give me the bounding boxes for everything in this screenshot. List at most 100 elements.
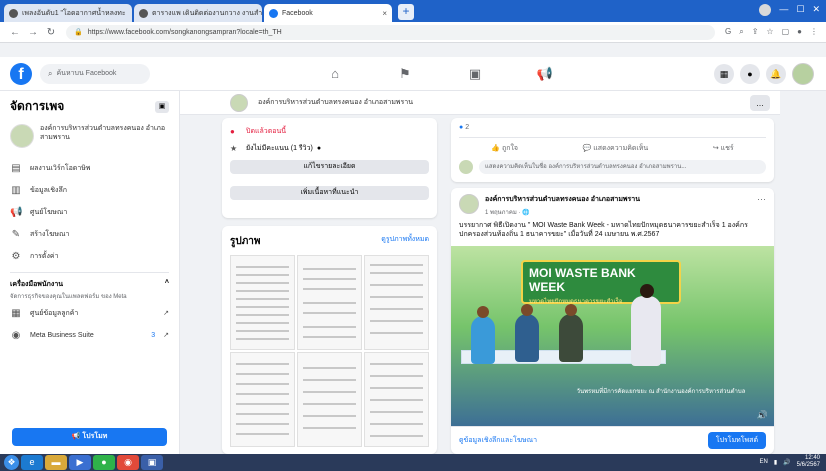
folder-icon[interactable]: ▬ xyxy=(45,455,67,470)
zoom-icon[interactable]: ⌕ xyxy=(739,27,743,37)
network-icon[interactable]: ▮ xyxy=(774,459,777,466)
main-nav: ⌂ ⚑ ▣ 📢 xyxy=(300,57,580,91)
sidebar-item-label: Meta Business Suite xyxy=(30,331,94,339)
promote-button[interactable]: 📢 โปรโมท xyxy=(12,428,167,446)
new-tab-button[interactable]: + xyxy=(398,4,414,20)
page-header-name[interactable]: องค์การบริหารส่วนตำบลทรงคนอง อำเภอสามพรา… xyxy=(258,97,413,108)
close-icon[interactable]: × xyxy=(376,9,387,18)
post-footer: ดูข้อมูลเชิงลึกและโฆษณา โปรโมทโพสต์ xyxy=(451,426,774,454)
open-status[interactable]: ปิดแล้วตอนนี้ xyxy=(246,126,286,137)
browser-tab[interactable]: ตารางแพ เดินติดต่องานกวาง งานสำนักงาน × xyxy=(134,4,262,22)
see-all-photos-link[interactable]: ดูรูปภาพทั้งหมด xyxy=(381,234,429,249)
insights-link[interactable]: ดูข้อมูลเชิงลึกและโฆษณา xyxy=(459,435,537,446)
add-featured-button[interactable]: เพิ่มเนื้อหาที่แนะนำ xyxy=(230,186,429,200)
photo-thumbnail[interactable] xyxy=(364,255,429,350)
browser-toolbar-icons: G ⌕ ⇪ ☆ ▢ ● ⋮ xyxy=(725,27,818,37)
maximize-icon[interactable]: ☐ xyxy=(796,4,804,16)
volume-icon[interactable]: 🔊 xyxy=(757,410,768,421)
comment-button[interactable]: 💬 แสดงความคิดเห็น xyxy=(583,143,649,154)
flag-icon[interactable]: ⚑ xyxy=(370,57,440,91)
page-avatar[interactable] xyxy=(230,93,248,112)
facebook-logo[interactable]: f xyxy=(10,62,32,85)
more-options-button[interactable]: ... xyxy=(750,95,770,111)
post-time-text: 1 พฤษภาคม xyxy=(485,210,517,216)
photos-card: รูปภาพ ดูรูปภาพทั้งหมด xyxy=(222,226,437,454)
photo-thumbnail[interactable] xyxy=(297,255,362,350)
sidebar-item-customer-data[interactable]: ▦ ศูนย์ข้อมูลลูกค้า ↗ xyxy=(10,303,169,323)
photo-thumbnail[interactable] xyxy=(364,352,429,447)
star-icon[interactable]: ☆ xyxy=(766,27,773,37)
app-icon[interactable]: ▣ xyxy=(141,455,163,470)
browser-tab[interactable]: เพลงอันดับ1 "โอดอากาศน้ำหลงทะ × xyxy=(4,4,132,22)
reload-icon[interactable]: ↻ xyxy=(44,27,58,38)
language-indicator[interactable]: EN xyxy=(760,459,768,465)
ie-icon[interactable]: e xyxy=(21,455,43,470)
sidebar-item-settings[interactable]: ⚙ การตั้งค่า xyxy=(10,246,169,266)
sidepanel-icon[interactable]: ▢ xyxy=(782,27,790,37)
home-icon[interactable]: ⌂ xyxy=(300,57,370,91)
intro-card: ● ปิดแล้วตอนนี้ ★ ยังไม่มีคะแนน (1 รีวิว… xyxy=(222,118,437,218)
back-icon[interactable]: ← xyxy=(8,27,22,38)
megaphone-icon[interactable]: 📢 xyxy=(510,57,580,91)
comment-input[interactable]: แสดงความคิดเห็นในชื่อ องค์การบริหารส่วนต… xyxy=(479,160,766,174)
sidebar-item-dashboard[interactable]: ▤ ผลงานเวิร์กโอดาษิพ xyxy=(10,158,169,178)
page-avatar xyxy=(10,124,34,148)
search-input[interactable]: ⌕ ค้นหาบน Facebook xyxy=(40,63,150,84)
page-avatar[interactable] xyxy=(459,194,479,214)
share-icon: ↪ xyxy=(712,145,721,152)
media-icon[interactable]: ▶ xyxy=(69,455,91,470)
photo-thumbnail[interactable] xyxy=(297,352,362,447)
post-time[interactable]: 1 พฤษภาคม · 🌐 xyxy=(485,207,640,217)
post-image[interactable]: MOI WASTE BANK WEEK มหาดไทยปักหมุดธนาคาร… xyxy=(451,246,774,426)
sidebar-item-label: การตั้งค่า xyxy=(30,252,59,260)
clock[interactable]: 12:40 5/6/2567 xyxy=(797,455,820,469)
minimize-icon[interactable]: — xyxy=(779,4,788,16)
video-icon[interactable]: ▣ xyxy=(440,57,510,91)
chevron-up-icon[interactable]: ˄ xyxy=(165,279,169,290)
share-button[interactable]: ↪ แชร์ xyxy=(713,143,734,154)
translate-icon[interactable]: G xyxy=(725,27,731,37)
edit-details-button[interactable]: แก้ไขรายละเอียด xyxy=(230,160,429,174)
tab-title: Facebook xyxy=(282,9,313,17)
volume-icon[interactable]: 🔊 xyxy=(783,459,790,466)
switch-icon[interactable]: ▣ xyxy=(155,100,169,113)
close-icon[interactable]: × xyxy=(126,9,133,18)
sidebar-item-insights[interactable]: ▥ ข้อมูลเชิงลึก xyxy=(10,180,169,200)
url-field[interactable]: 🔒 https://www.facebook.com/songkanongsam… xyxy=(66,24,715,40)
close-window-icon[interactable]: ✕ xyxy=(812,4,820,16)
person-figure xyxy=(471,316,495,364)
tools-section-header[interactable]: เครื่องมือพนักงาน ˄ xyxy=(10,279,169,290)
tools-title: เครื่องมือพนักงาน xyxy=(10,281,64,288)
forward-icon[interactable]: → xyxy=(26,27,40,38)
comment-label: แสดงความคิดเห็น xyxy=(593,145,649,152)
sidebar-item-ad-center[interactable]: 📢 ศูนย์โฆษณา xyxy=(10,202,169,222)
notifications-icon[interactable]: 🔔 xyxy=(766,64,786,84)
menu-grid-icon[interactable]: ▦ xyxy=(714,64,734,84)
start-icon[interactable]: ❖ xyxy=(4,455,19,470)
sidebar-item-meta-business-suite[interactable]: ◉ Meta Business Suite 3 ↗ xyxy=(10,325,169,345)
sidebar-item-label: ผลงานเวิร์กโอดาษิพ xyxy=(30,164,91,172)
reaction-count[interactable]: ● 2 xyxy=(459,124,766,131)
chrome-icon[interactable]: ◉ xyxy=(117,455,139,470)
post-text: บรรยากาศ พิธีเปิดงาน " MOI Waste Bank We… xyxy=(459,222,748,238)
account-icon[interactable]: ● xyxy=(797,27,802,37)
profile-avatar[interactable] xyxy=(759,4,772,16)
share-icon[interactable]: ⇪ xyxy=(752,27,759,37)
boost-post-button[interactable]: โปรโมทโพสต์ xyxy=(707,432,766,449)
info-icon[interactable]: ● xyxy=(317,145,321,152)
more-options-icon[interactable]: ··· xyxy=(757,194,766,217)
like-button[interactable]: 👍 ถูกใจ xyxy=(491,143,518,154)
photo-thumbnail[interactable] xyxy=(230,255,295,350)
database-icon: ▦ xyxy=(11,307,21,319)
rating-row: ★ ยังไม่มีคะแนน (1 รีวิว) ● xyxy=(230,143,429,154)
line-icon[interactable]: ● xyxy=(93,455,115,470)
profile-avatar[interactable] xyxy=(792,63,814,85)
photo-thumbnail[interactable] xyxy=(230,352,295,447)
messenger-icon[interactable]: ● xyxy=(740,64,760,84)
post-author[interactable]: องค์การบริหารส่วนตำบลทรงคนอง อำเภอสามพรา… xyxy=(485,194,640,205)
sidebar-title: จัดการเพจ ▣ xyxy=(10,97,169,116)
sidebar-page-profile[interactable]: องค์การบริหารส่วนตำบลทรงคนอง อำเภอสามพรา… xyxy=(10,124,169,148)
sidebar-item-create-ad[interactable]: ✎ สร้างโฆษณา xyxy=(10,224,169,244)
menu-icon[interactable]: ⋮ xyxy=(810,27,818,37)
browser-tab-active[interactable]: Facebook × xyxy=(264,4,392,22)
